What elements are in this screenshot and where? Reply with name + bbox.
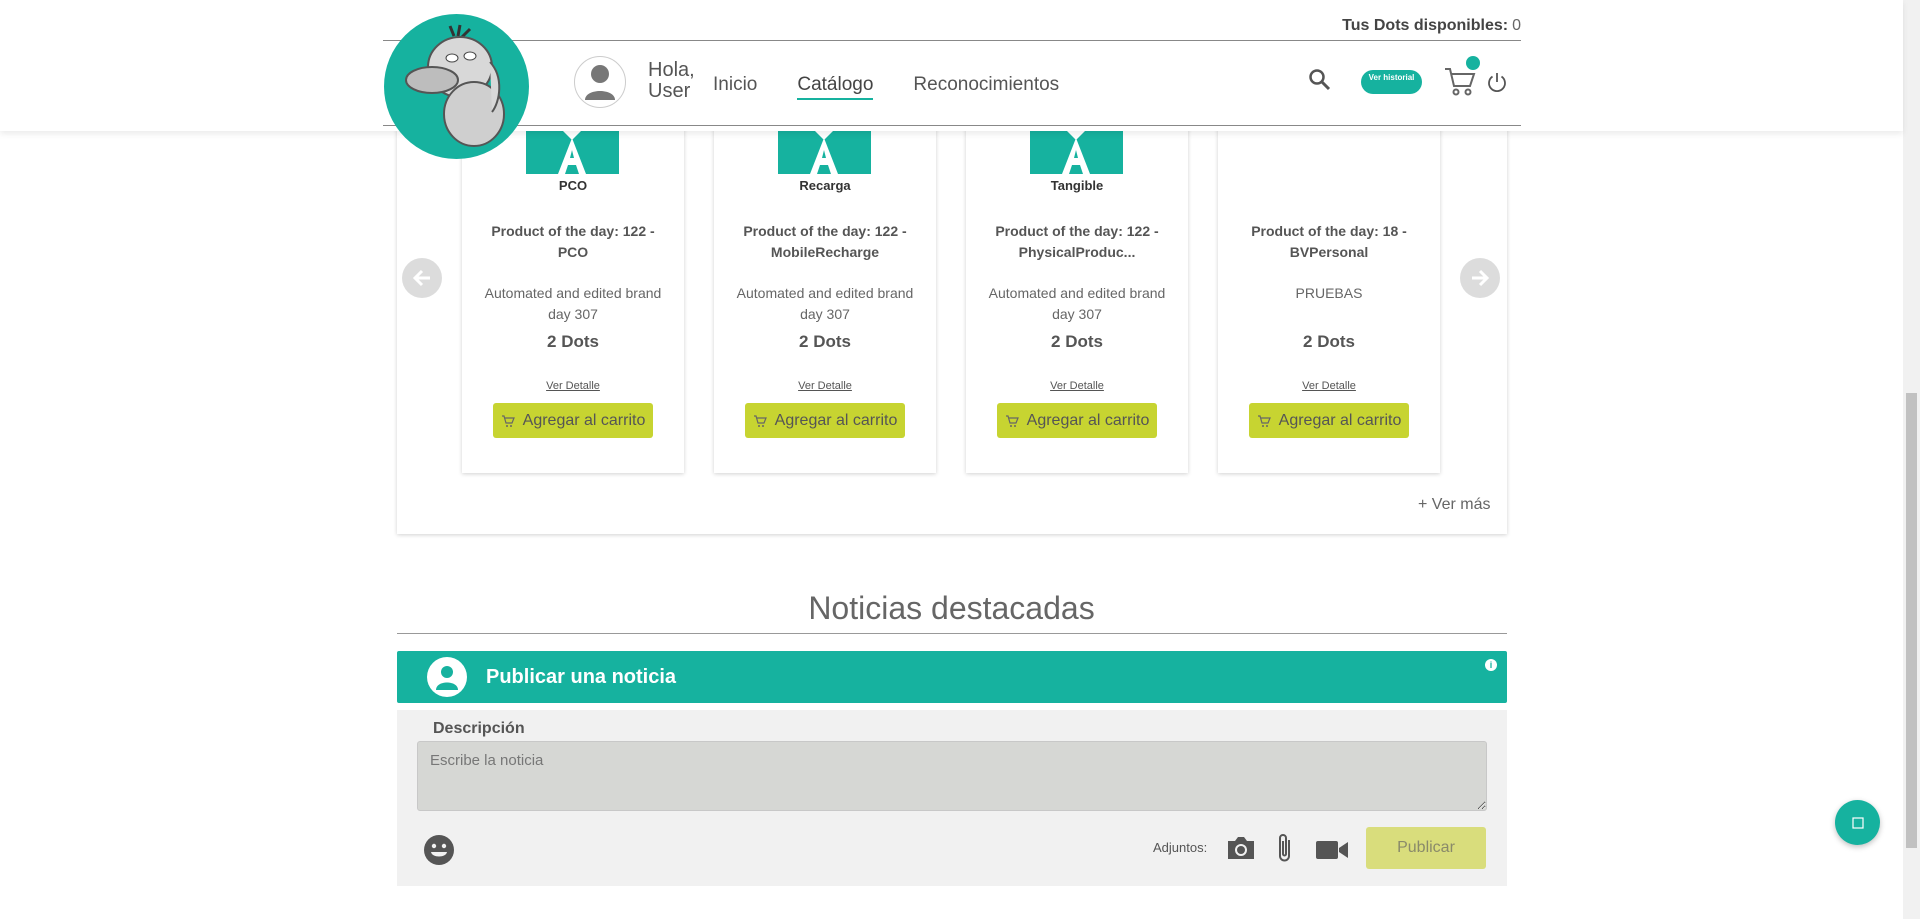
brand-logo[interactable] xyxy=(384,14,529,159)
add-to-cart-label: Agregar al carrito xyxy=(774,411,898,429)
publish-news-label: Publicar una noticia xyxy=(486,666,677,688)
search-button[interactable] xyxy=(1308,68,1332,92)
news-section-title: Noticias destacadas xyxy=(808,590,1095,626)
info-icon[interactable]: i xyxy=(1485,659,1497,671)
publisher-avatar xyxy=(427,657,467,697)
header-divider-top xyxy=(383,40,1521,41)
chat-button[interactable] xyxy=(1835,800,1880,845)
dots-available: Tus Dots disponibles: 0 xyxy=(1342,17,1521,35)
greeting-hello: Hola, xyxy=(648,59,695,81)
see-more-link[interactable]: + Ver más xyxy=(1418,496,1490,514)
main-nav: Inicio Catálogo Reconocimientos xyxy=(713,74,1059,100)
product-placeholder-icon xyxy=(1062,130,1090,174)
product-card: Recarga Product of the day: 122 - Mobile… xyxy=(714,120,936,473)
product-card: PCO Product of the day: 122 - PCO Automa… xyxy=(462,120,684,473)
product-title: Product of the day: 122 - PCO xyxy=(491,223,655,260)
product-price: 2 Dots xyxy=(1303,332,1355,351)
product-card: Product of the day: 18 - BVPersonal PRUE… xyxy=(1218,120,1440,473)
nav-inicio[interactable]: Inicio xyxy=(713,74,757,100)
greeting-user: User xyxy=(648,80,691,102)
carousel-next-button[interactable] xyxy=(1460,258,1500,298)
product-placeholder-icon xyxy=(810,130,838,174)
product-image[interactable] xyxy=(526,130,619,174)
product-price: 2 Dots xyxy=(547,332,599,351)
dots-value: 0 xyxy=(1512,17,1521,34)
publish-news-header[interactable]: Publicar una noticia i xyxy=(397,651,1507,703)
add-to-cart-label: Agregar al carrito xyxy=(522,411,646,429)
product-title: Product of the day: 122 - PhysicalProduc… xyxy=(995,223,1159,260)
page-scrollbar[interactable] xyxy=(1903,0,1920,919)
product-image[interactable] xyxy=(778,130,871,174)
history-button[interactable]: Ver historial xyxy=(1361,70,1422,94)
video-icon xyxy=(1316,841,1348,859)
paperclip-icon xyxy=(1279,834,1290,862)
logout-button[interactable] xyxy=(1486,71,1508,93)
product-category: PCO xyxy=(558,178,588,193)
nav-catalogo[interactable]: Catálogo xyxy=(797,74,874,100)
add-to-cart-button[interactable]: Agregar al carrito xyxy=(1249,403,1409,438)
cart-icon xyxy=(1257,414,1271,427)
attachments-label: Adjuntos: xyxy=(1153,840,1208,855)
duck-mascot-icon xyxy=(404,24,505,147)
attach-video-button[interactable] xyxy=(1315,838,1349,862)
scrollbar-thumb[interactable] xyxy=(1906,393,1917,848)
add-to-cart-label: Agregar al carrito xyxy=(1026,411,1150,429)
nav-reconocimientos[interactable]: Reconocimientos xyxy=(913,74,1059,100)
user-avatar[interactable] xyxy=(574,56,626,108)
news-divider xyxy=(397,633,1507,634)
power-icon xyxy=(1488,73,1506,93)
add-to-cart-button[interactable]: Agregar al carrito xyxy=(745,403,905,438)
product-image[interactable] xyxy=(1030,130,1123,174)
emoji-button[interactable] xyxy=(423,834,455,866)
user-icon xyxy=(436,666,458,690)
product-price: 2 Dots xyxy=(1051,332,1103,351)
cart-icon xyxy=(753,414,767,427)
product-card: Tangible Product of the day: 122 - Physi… xyxy=(966,120,1188,473)
product-price: 2 Dots xyxy=(799,332,851,351)
search-icon xyxy=(1309,69,1331,91)
carousel-prev-button[interactable] xyxy=(402,258,442,298)
product-title: Product of the day: 122 - MobileRecharge xyxy=(743,223,907,260)
emoji-icon xyxy=(424,835,454,865)
description-label: Descripción xyxy=(433,720,525,737)
greeting: Hola, User xyxy=(648,60,695,102)
chat-icon xyxy=(1851,816,1864,829)
product-category: Recarga xyxy=(799,178,851,193)
news-form: Descripción Adjuntos: Publicar xyxy=(397,710,1507,886)
cart-icon xyxy=(1005,414,1019,427)
add-to-cart-button[interactable]: Agregar al carrito xyxy=(997,403,1157,438)
add-to-cart-label: Agregar al carrito xyxy=(1278,411,1402,429)
add-to-cart-button[interactable]: Agregar al carrito xyxy=(493,403,653,438)
product-detail-link[interactable]: Ver Detalle xyxy=(462,380,684,392)
product-description: Automated and edited brand day 307 xyxy=(736,285,914,322)
cart-icon xyxy=(501,414,515,427)
product-description: PRUEBAS xyxy=(1295,285,1363,301)
camera-icon xyxy=(1228,837,1254,859)
header-divider-bottom xyxy=(383,125,1521,126)
product-description: Automated and edited brand day 307 xyxy=(988,285,1166,322)
product-placeholder-icon xyxy=(558,130,586,174)
arrow-right-icon xyxy=(1472,269,1490,287)
cart-badge xyxy=(1466,56,1480,70)
product-detail-link[interactable]: Ver Detalle xyxy=(966,380,1188,392)
product-category: Tangible xyxy=(1050,178,1104,193)
arrow-left-icon xyxy=(412,269,430,287)
news-description-input[interactable] xyxy=(417,741,1487,811)
product-detail-link[interactable]: Ver Detalle xyxy=(714,380,936,392)
attach-file-button[interactable] xyxy=(1275,832,1295,864)
product-title: Product of the day: 18 - BVPersonal xyxy=(1251,223,1407,260)
user-icon xyxy=(585,65,615,100)
product-description: Automated and edited brand day 307 xyxy=(484,285,662,322)
dots-label: Tus Dots disponibles: xyxy=(1342,17,1509,34)
top-header: Tus Dots disponibles: 0 Hola, User Inicio… xyxy=(0,0,1903,131)
attach-photo-button[interactable] xyxy=(1225,834,1257,862)
product-detail-link[interactable]: Ver Detalle xyxy=(1218,380,1440,392)
publish-button[interactable]: Publicar xyxy=(1366,827,1486,869)
